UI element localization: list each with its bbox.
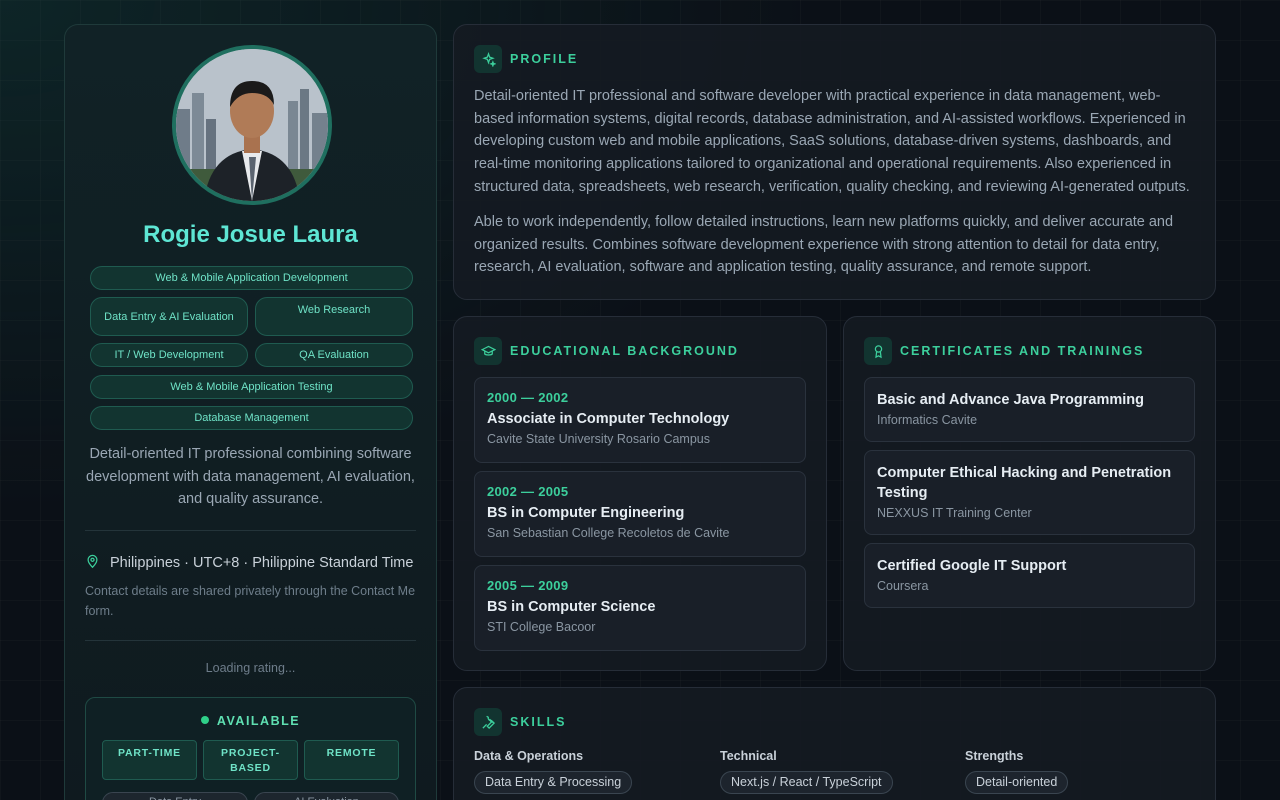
sparkles-icon [474,45,502,73]
section-title: CERTIFICATES AND TRAININGS [900,344,1145,358]
certificate-issuer: Coursera [877,579,929,593]
certificate-item: Computer Ethical Hacking and Penetration… [864,450,1195,535]
certificate-name: Basic and Advance Java Programming [877,392,1145,408]
education-degree: Associate in Computer Technology [487,411,730,427]
map-pin-icon [85,553,100,573]
profile-paragraph: Able to work independently, follow detai… [474,214,1174,276]
status-dot-icon [200,716,209,724]
graduation-cap-icon [474,337,502,365]
education-item: 2000 — 2002 Associate in Computer Techno… [474,377,806,463]
education-school: Cavite State University Rosario Campus [487,432,710,446]
tag-database-management: Database Management [90,406,413,430]
certificate-issuer: Informatics Cavite [877,413,978,427]
education-item: 2005 — 2009 BS in Computer Science STI C… [474,565,806,651]
divider [85,640,416,641]
rating-status: Loading rating... [205,661,296,675]
skill-column-title: Strengths [965,749,1024,763]
availability-part-time: PART-TIME [102,740,197,780]
tag-data-entry-ai: Data Entry & AI Evaluation [90,297,248,336]
education-school: STI College Bacoor [487,620,596,634]
profile-paragraph: Detail-oriented IT professional and soft… [474,88,1190,195]
availability-remote: REMOTE [304,740,399,780]
availability-label: AVAILABLE [216,714,301,728]
skills-section: SKILLS Data & Operations Data Entry & Pr… [453,687,1216,800]
education-years: 2002 — 2005 [487,484,569,499]
education-item: 2002 — 2005 BS in Computer Engineering S… [474,471,806,557]
education-years: 2000 — 2002 [487,390,569,405]
wrench-icon [474,708,502,736]
availability-project-based: PROJECT-BASED [203,740,298,780]
section-title: PROFILE [510,52,579,66]
profile-header: PROFILE [474,45,578,73]
certificate-item: Basic and Advance Java Programming Infor… [864,377,1195,442]
skill-chip: Next.js / React / TypeScript [720,771,893,794]
tag-qa-evaluation: QA Evaluation [255,343,413,367]
tag-web-mobile-dev: Web & Mobile Application Development [90,266,413,290]
skill-column-title: Technical [720,749,777,763]
skill-chip: Data Entry & Processing [474,771,633,794]
skill-chip: Detail-oriented [965,771,1069,794]
tag-it-web-dev: IT / Web Development [90,343,248,367]
skill-column: Data & Operations Data Entry & Processin… [474,749,633,794]
avatar-photo [176,49,328,201]
skills-header: SKILLS [474,708,566,736]
profile-bio: Detail-oriented IT professional combinin… [86,446,415,507]
certificate-name: Computer Ethical Hacking and Penetration… [877,465,1172,501]
education-degree: BS in Computer Science [487,599,656,615]
certificate-item: Certified Google IT Support Coursera [864,543,1195,608]
section-title: EDUCATIONAL BACKGROUND [510,344,739,358]
section-title: SKILLS [510,715,567,729]
certificates-section: CERTIFICATES AND TRAININGS Basic and Adv… [843,316,1216,671]
availability-role-ai-evaluation: AI Evaluation [254,792,399,800]
award-icon [864,337,892,365]
location-text: Philippines · UTC+8 · Philippine Standar… [110,555,414,571]
certificate-name: Certified Google IT Support [877,558,1067,574]
profile-section: PROFILE Detail-oriented IT professional … [453,24,1216,300]
location: Philippines · UTC+8 · Philippine Standar… [85,553,413,573]
divider [85,530,416,531]
certificate-issuer: NEXXUS IT Training Center [877,506,1032,520]
skill-column-title: Data & Operations [474,749,584,763]
skill-column: Strengths Detail-oriented [965,749,1069,794]
education-section: EDUCATIONAL BACKGROUND 2000 — 2002 Assoc… [453,316,827,671]
availability-status: AVAILABLE [86,714,415,728]
education-header: EDUCATIONAL BACKGROUND [474,337,739,365]
availability-panel: AVAILABLE PART-TIME PROJECT-BASED REMOTE… [85,697,416,800]
certificates-header: CERTIFICATES AND TRAININGS [864,337,1144,365]
avatar [172,45,332,205]
availability-role-data-entry: Data Entry [102,792,248,800]
profile-name: Rogie Josue Laura [143,221,358,248]
skill-column: Technical Next.js / React / TypeScript [720,749,893,794]
education-school: San Sebastian College Recoletos de Cavit… [487,526,730,540]
tag-web-research: Web Research [255,297,413,336]
contact-note: Contact details are shared privately thr… [85,584,416,618]
education-years: 2005 — 2009 [487,578,569,593]
profile-sidebar: Rogie Josue Laura Web & Mobile Applicati… [64,24,437,800]
tag-app-testing: Web & Mobile Application Testing [90,375,413,399]
education-degree: BS in Computer Engineering [487,505,685,521]
